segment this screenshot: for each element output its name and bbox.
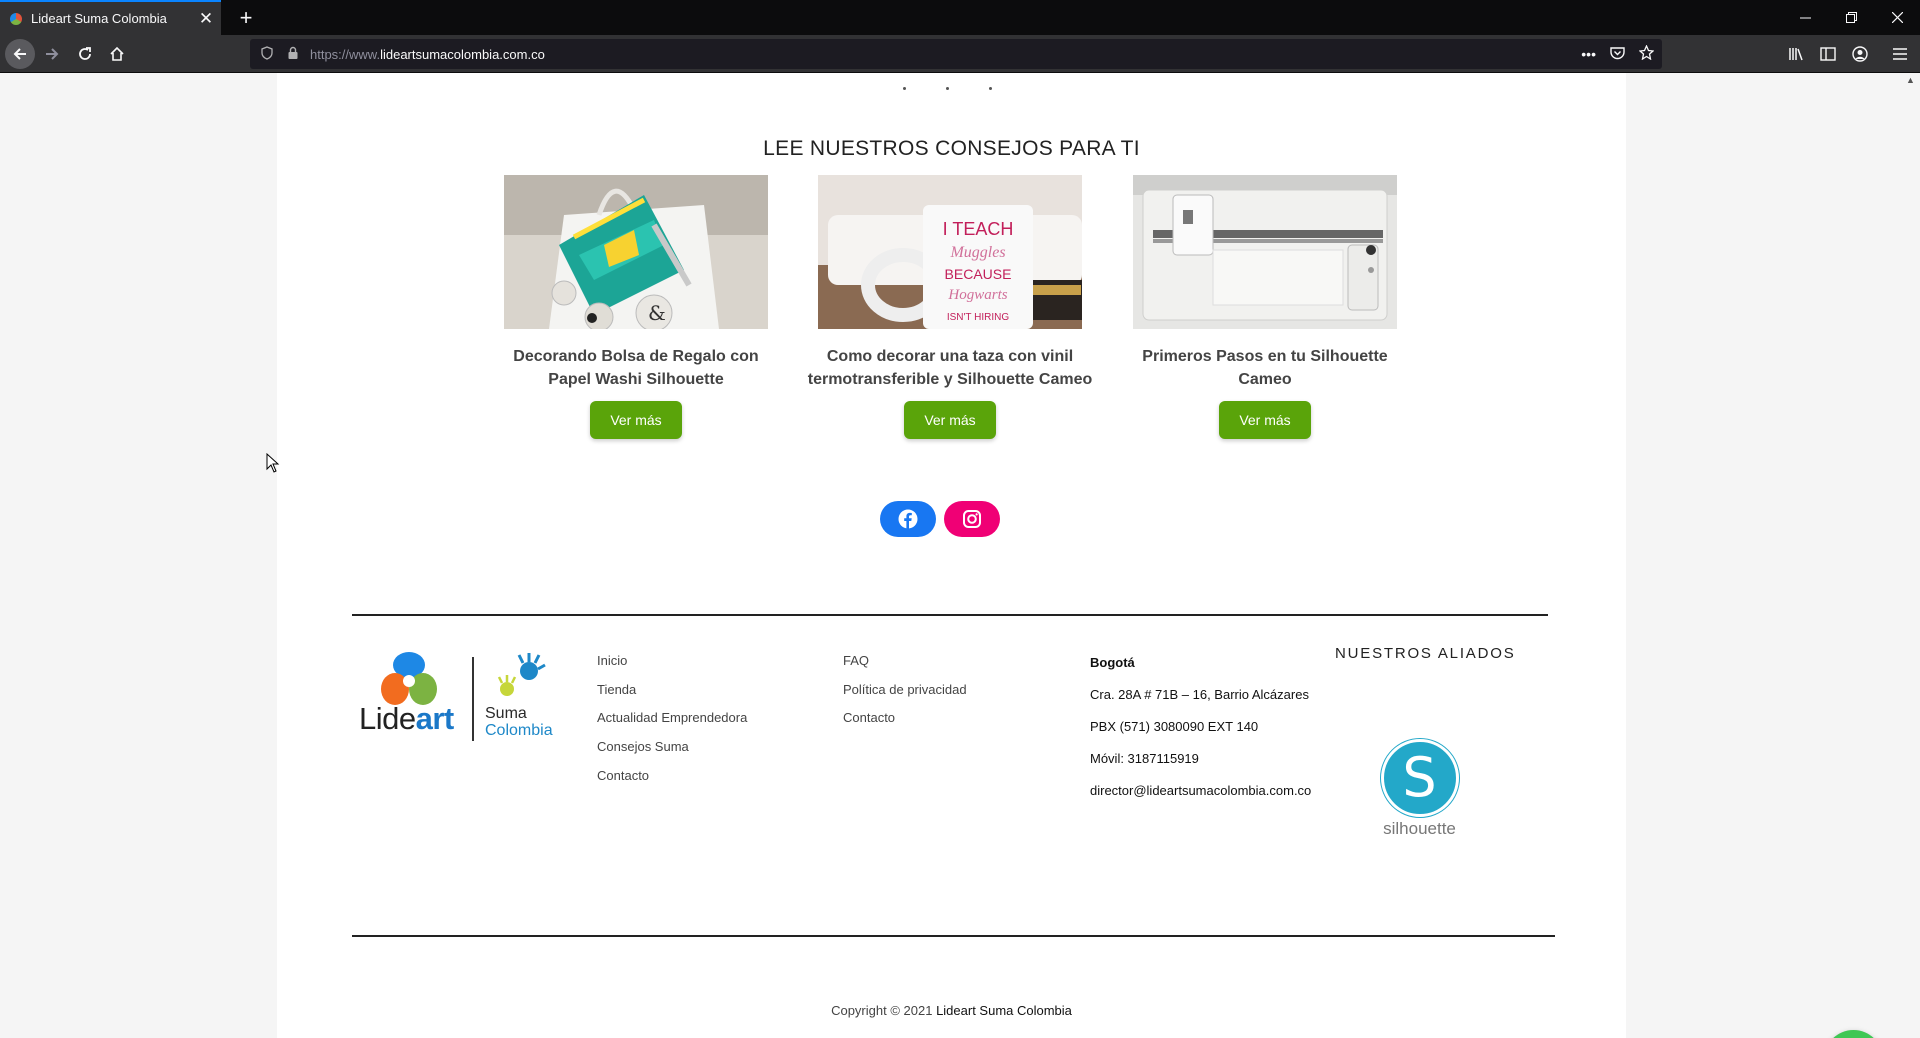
facebook-icon xyxy=(898,509,918,529)
svg-text:BECAUSE: BECAUSE xyxy=(945,266,1012,282)
tab-bar: Lideart Suma Colombia ✕ + xyxy=(0,0,1920,35)
logo-divider xyxy=(472,657,474,741)
forward-button[interactable] xyxy=(37,39,67,69)
lock-icon[interactable] xyxy=(284,46,302,63)
sidebar-icon[interactable] xyxy=(1813,39,1843,69)
footer-link-tienda[interactable]: Tienda xyxy=(597,682,747,711)
svg-text:I TEACH: I TEACH xyxy=(943,219,1014,239)
contact-email[interactable]: director@lideartsumacolombia.com.co xyxy=(1090,783,1311,815)
silhouette-partner-logo[interactable]: S silhouette xyxy=(1372,739,1467,839)
page-viewport: LEE NUESTROS CONSEJOS PARA TI & Decorand… xyxy=(0,73,1920,1038)
footer-links-info: FAQ Política de privacidad Contacto xyxy=(843,653,967,739)
slider-dot[interactable] xyxy=(989,87,992,90)
instagram-button[interactable] xyxy=(944,501,1000,537)
browser-tab[interactable]: Lideart Suma Colombia ✕ xyxy=(0,0,221,35)
home-icon xyxy=(110,46,124,61)
svg-text:ISN'T HIRING: ISN'T HIRING xyxy=(947,312,1010,323)
card-image-mug[interactable]: I TEACH Muggles BECAUSE Hogwarts ISN'T H… xyxy=(818,175,1082,329)
copyright: Copyright © 2021 Lideart Suma Colombia xyxy=(831,1003,1072,1018)
tab-title: Lideart Suma Colombia xyxy=(31,11,167,26)
mouse-cursor-icon xyxy=(266,453,280,473)
suma-colombia-text: Suma Colombia xyxy=(485,705,553,739)
ver-mas-button[interactable]: Ver más xyxy=(1219,401,1311,439)
footer-divider xyxy=(352,614,1548,616)
back-button[interactable] xyxy=(5,39,35,69)
reload-icon xyxy=(79,47,91,60)
forward-arrow-icon xyxy=(46,48,59,60)
silhouette-s-icon: S xyxy=(1380,739,1459,817)
page-actions-icon[interactable]: ••• xyxy=(1581,46,1596,62)
partners-title: NUESTROS ALIADOS xyxy=(1335,645,1516,662)
footer-link-faq[interactable]: FAQ xyxy=(843,653,967,682)
section-title: LEE NUESTROS CONSEJOS PARA TI xyxy=(763,137,1140,160)
page-scrollbar[interactable]: ▲ xyxy=(1903,73,1920,1038)
back-arrow-icon xyxy=(13,48,26,60)
copyright-link[interactable]: Lideart Suma Colombia xyxy=(936,1003,1072,1018)
home-button[interactable] xyxy=(102,39,132,69)
new-tab-button[interactable]: + xyxy=(231,3,261,33)
contact-address: Cra. 28A # 71B – 16, Barrio Alcázares xyxy=(1090,687,1309,702)
suma-hands-icon xyxy=(497,653,546,696)
footer-divider-bottom xyxy=(352,935,1555,937)
footer-link-actualidad[interactable]: Actualidad Emprendedora xyxy=(597,710,747,739)
nav-toolbar: https://www.lideartsumacolombia.com.co •… xyxy=(0,35,1920,73)
footer-links-main: Inicio Tienda Actualidad Emprendedora Co… xyxy=(597,653,747,796)
page-content: LEE NUESTROS CONSEJOS PARA TI & Decorand… xyxy=(277,73,1626,1038)
tab-close-icon[interactable]: ✕ xyxy=(191,9,221,29)
close-window-icon[interactable] xyxy=(1874,0,1920,35)
account-icon[interactable] xyxy=(1845,39,1875,69)
logo-wordmark: Lideart xyxy=(359,701,454,736)
ver-mas-button[interactable]: Ver más xyxy=(904,401,996,439)
slider-dot[interactable] xyxy=(946,87,949,90)
footer-link-contacto-2[interactable]: Contacto xyxy=(843,710,967,739)
reload-button[interactable] xyxy=(70,39,100,69)
slider-dots[interactable] xyxy=(903,87,992,90)
card-image-cameo[interactable] xyxy=(1133,175,1397,329)
svg-text:Muggles: Muggles xyxy=(949,244,1005,261)
ver-mas-button[interactable]: Ver más xyxy=(590,401,682,439)
contact-info: Bogotá Cra. 28A # 71B – 16, Barrio Alcáz… xyxy=(1090,655,1311,815)
site-favicon-icon xyxy=(10,12,22,25)
contact-mobile: Móvil: 3187115919 xyxy=(1090,751,1199,766)
svg-text:Hogwarts: Hogwarts xyxy=(947,287,1007,303)
menu-icon[interactable] xyxy=(1885,39,1915,69)
blog-card: I TEACH Muggles BECAUSE Hogwarts ISN'T H… xyxy=(805,175,1095,439)
svg-text:&: & xyxy=(648,301,666,325)
logo-petals-icon xyxy=(381,652,437,705)
scroll-up-icon[interactable]: ▲ xyxy=(1906,75,1915,85)
lideart-logo[interactable]: Lideart Suma Colombia xyxy=(359,651,564,751)
contact-city: Bogotá xyxy=(1090,655,1135,670)
blog-card: & Decorando Bolsa de Regalo con Papel Wa… xyxy=(491,175,781,439)
card-image-gift-bag[interactable]: & xyxy=(504,175,768,329)
contact-pbx: PBX (571) 3080090 EXT 140 xyxy=(1090,719,1259,734)
bookmark-star-icon[interactable] xyxy=(1638,44,1655,63)
partner-name: silhouette xyxy=(1383,819,1456,838)
card-title[interactable]: Como decorar una taza con vinil termotra… xyxy=(805,345,1095,391)
whatsapp-button[interactable] xyxy=(1824,1030,1883,1038)
footer-link-contacto[interactable]: Contacto xyxy=(597,768,747,797)
instagram-icon xyxy=(963,510,981,528)
shield-icon[interactable] xyxy=(258,45,276,63)
slider-dot[interactable] xyxy=(903,87,906,90)
footer-link-privacidad[interactable]: Política de privacidad xyxy=(843,682,967,711)
facebook-button[interactable] xyxy=(880,501,936,537)
pocket-icon[interactable] xyxy=(1610,46,1625,63)
minimize-icon[interactable] xyxy=(1782,0,1828,35)
url-text[interactable]: https://www.lideartsumacolombia.com.co xyxy=(310,47,545,62)
blog-card: Primeros Pasos en tu Silhouette Cameo Ve… xyxy=(1120,175,1410,439)
footer-link-inicio[interactable]: Inicio xyxy=(597,653,747,682)
footer-link-consejos[interactable]: Consejos Suma xyxy=(597,739,747,768)
restore-icon[interactable] xyxy=(1828,0,1874,35)
card-title[interactable]: Primeros Pasos en tu Silhouette Cameo xyxy=(1120,345,1410,391)
library-icon[interactable] xyxy=(1782,39,1812,69)
card-title[interactable]: Decorando Bolsa de Regalo con Papel Wash… xyxy=(491,345,781,391)
social-links xyxy=(880,501,1000,537)
address-bar[interactable]: https://www.lideartsumacolombia.com.co •… xyxy=(250,39,1662,69)
